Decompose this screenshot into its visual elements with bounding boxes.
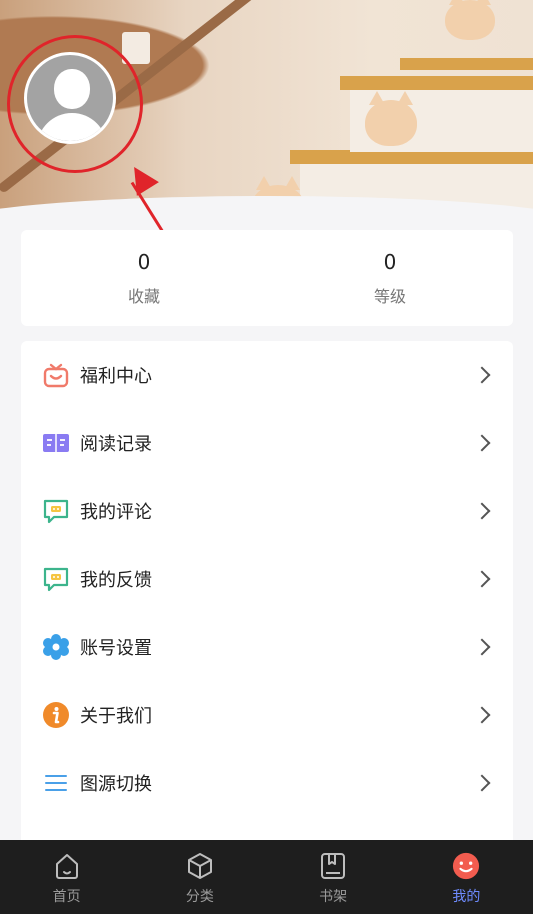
menu-item-label: 关于我们: [80, 706, 152, 727]
smiley-icon: [452, 852, 480, 880]
chevron-right-icon: [473, 434, 491, 452]
tab-mine[interactable]: 我的: [400, 840, 533, 914]
stats-card: 0 收藏 0 等级: [21, 230, 513, 326]
menu-item-my-feedback[interactable]: 我的反馈: [21, 545, 513, 613]
bottom-tab-bar: 首页 分类 书架 我的: [0, 840, 533, 914]
tab-label: 我的: [452, 889, 481, 905]
settings-flower-icon: [42, 633, 70, 661]
gift-icon: [42, 361, 70, 389]
menu-item-about-us[interactable]: 关于我们: [21, 681, 513, 749]
stat-value: 0: [383, 250, 397, 274]
kitten-graphic: [445, 0, 495, 40]
chevron-right-icon: [473, 502, 491, 520]
stat-label: 收藏: [127, 287, 160, 306]
tab-label: 首页: [52, 889, 81, 905]
chevron-right-icon: [473, 706, 491, 724]
menu-item-account-settings[interactable]: 账号设置: [21, 613, 513, 681]
menu-item-my-comments[interactable]: 我的评论: [21, 477, 513, 545]
chevron-right-icon: [473, 366, 491, 384]
comment-icon: [42, 497, 70, 525]
settings-menu: 福利中心 阅读记录 我的评论 我的反馈 账号设置 关于我们 图源切换: [21, 341, 513, 851]
tab-home[interactable]: 首页: [0, 840, 133, 914]
menu-item-label: 阅读记录: [80, 434, 152, 455]
stat-label: 等级: [373, 287, 406, 306]
list-icon: [42, 769, 70, 797]
stair-tread: [290, 150, 533, 164]
feedback-icon: [42, 565, 70, 593]
menu-item-welfare[interactable]: 福利中心: [21, 341, 513, 409]
kitten-graphic: [365, 91, 417, 146]
menu-item-label: 我的反馈: [80, 570, 152, 591]
tab-label: 书架: [319, 889, 348, 905]
menu-item-label: 我的评论: [80, 502, 152, 523]
stair-tread: [400, 58, 533, 70]
chevron-right-icon: [473, 774, 491, 792]
menu-item-image-source-switch[interactable]: 图源切换: [21, 749, 513, 817]
menu-item-label: 图源切换: [80, 774, 152, 795]
chevron-right-icon: [473, 570, 491, 588]
stair-tread: [340, 76, 533, 90]
home-icon: [53, 852, 81, 880]
stat-value: 0: [137, 250, 151, 274]
menu-item-reading-history[interactable]: 阅读记录: [21, 409, 513, 477]
annotation-circle: [7, 35, 143, 173]
tab-category[interactable]: 分类: [133, 840, 266, 914]
chevron-right-icon: [473, 638, 491, 656]
book-icon: [42, 429, 70, 457]
stat-favorites[interactable]: 0 收藏: [21, 230, 267, 326]
menu-item-label: 福利中心: [80, 366, 152, 387]
cube-icon: [186, 852, 214, 880]
menu-item-label: 账号设置: [80, 638, 152, 659]
info-icon: [42, 701, 70, 729]
bookshelf-icon: [319, 852, 347, 880]
tab-bookshelf[interactable]: 书架: [267, 840, 400, 914]
stat-level[interactable]: 0 等级: [267, 230, 513, 326]
tab-label: 分类: [185, 889, 214, 905]
